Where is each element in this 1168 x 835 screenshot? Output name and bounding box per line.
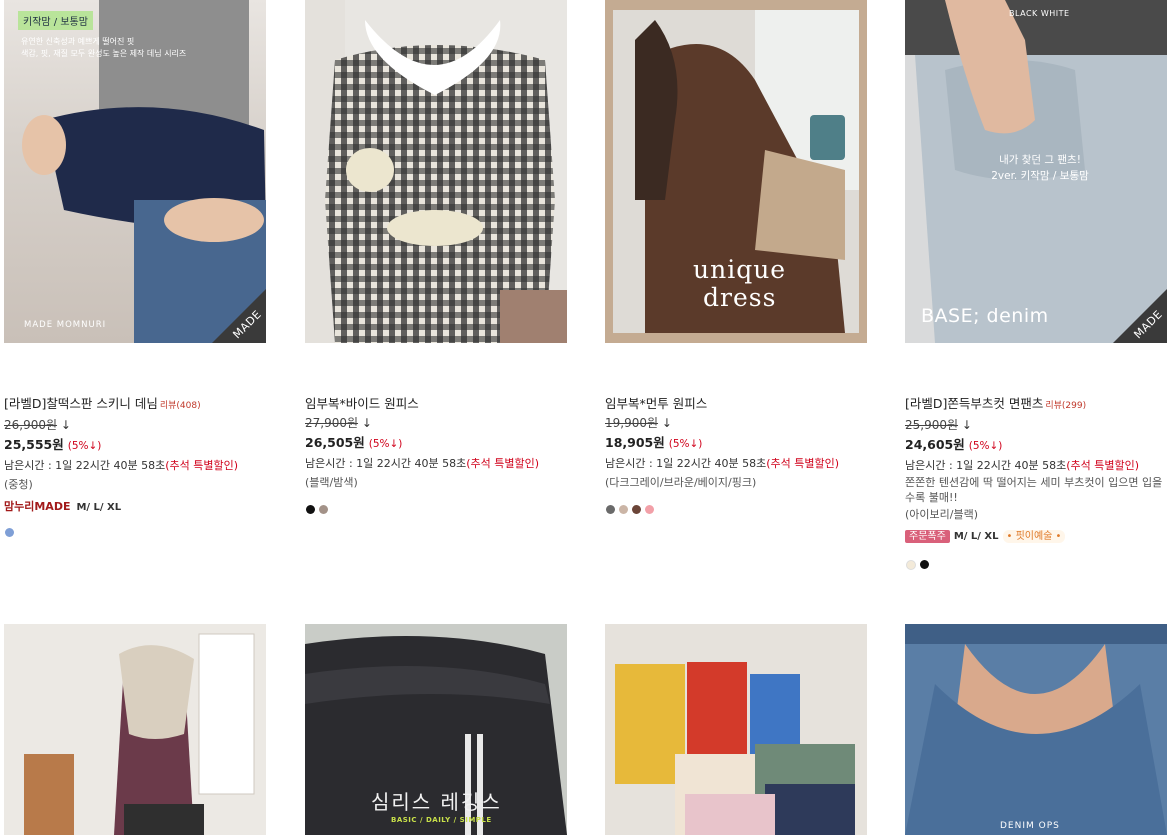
image-brand: MADE MOMNURI bbox=[24, 320, 107, 330]
color-swatch[interactable] bbox=[920, 560, 929, 569]
product-image[interactable]: 키작맘 / 보통맘 유연한 신축성과 예쁘게 떨어진 핏 색감, 핏, 재질 모… bbox=[4, 0, 266, 343]
color-swatch[interactable] bbox=[606, 505, 615, 514]
promo-label: (추석 특별할인) bbox=[466, 457, 540, 470]
image-caption: 내가 찾던 그 팬츠! 2ver. 키작맘 / 보통맘 bbox=[991, 154, 1089, 182]
color-options: (블랙/밤색) bbox=[305, 476, 358, 489]
color-swatch[interactable] bbox=[306, 505, 315, 514]
promo-label: (추석 특별할인) bbox=[766, 457, 840, 470]
product-image[interactable]: 심리스 레깅스 BASIC / DAILY / SIMPLE bbox=[305, 624, 567, 835]
color-swatch[interactable] bbox=[319, 505, 328, 514]
size-options: M/ L/ XL bbox=[76, 502, 122, 513]
time-remaining: 남은시간 : 1일 22시간 40분 58초 bbox=[4, 459, 166, 472]
discount-rate: (5%↓) bbox=[368, 438, 403, 450]
product-name[interactable]: [라벨D]찰떡스판 스키니 데님 bbox=[4, 396, 158, 411]
sale-price: 24,605원 bbox=[905, 437, 965, 452]
product-description: 쫀쫀한 텐션감에 딱 떨어지는 세미 부츠컷이 입으면 입을 수록 불매!! bbox=[905, 476, 1163, 504]
time-remaining: 남은시간 : 1일 22시간 40분 58초 bbox=[605, 457, 767, 470]
color-swatch[interactable] bbox=[632, 505, 641, 514]
product-image[interactable] bbox=[605, 624, 867, 835]
image-brand: BASE; denim bbox=[921, 305, 1049, 327]
product-image[interactable]: unique dress bbox=[605, 0, 867, 343]
made-tag: 맘누리MADE bbox=[4, 500, 71, 513]
product-name[interactable]: 임부복*바이드 원피스 bbox=[305, 396, 419, 411]
image-title: DENIM OPS bbox=[1000, 821, 1060, 831]
product-image[interactable] bbox=[4, 624, 266, 835]
discount-rate: (5%↓) bbox=[968, 440, 1003, 452]
product-image[interactable]: DENIM OPS bbox=[905, 624, 1167, 835]
image-title-2: dress bbox=[703, 283, 777, 312]
promo-label: (추석 특별할인) bbox=[1066, 459, 1140, 472]
sale-price: 25,555원 bbox=[4, 437, 64, 452]
color-options: (아이보리/블랙) bbox=[905, 508, 979, 521]
color-swatches bbox=[306, 505, 328, 514]
product-image[interactable] bbox=[305, 0, 567, 343]
image-subtitle: BASIC / DAILY / SIMPLE bbox=[391, 816, 492, 824]
discount-rate: (5%↓) bbox=[668, 438, 703, 450]
color-swatch[interactable] bbox=[5, 528, 14, 537]
product-name[interactable]: 임부복*먼투 원피스 bbox=[605, 396, 707, 411]
product-photo bbox=[24, 633, 255, 835]
original-price: 27,900원 bbox=[305, 416, 359, 430]
color-options: (중청) bbox=[4, 478, 33, 491]
product-photo bbox=[905, 624, 1167, 835]
color-options: (다크그레이/브라운/베이지/핑크) bbox=[605, 476, 757, 489]
review-count[interactable]: 리뷰(408) bbox=[160, 401, 201, 411]
product-name[interactable]: [라벨D]쫀득부츠컷 면팬츠 bbox=[905, 396, 1043, 411]
order-rush-tag: 주문폭주 bbox=[905, 530, 950, 543]
color-swatch[interactable] bbox=[645, 505, 654, 514]
time-remaining: 남은시간 : 1일 22시간 40분 58초 bbox=[905, 459, 1067, 472]
product-photo bbox=[615, 662, 855, 835]
color-swatches bbox=[5, 528, 14, 537]
original-price: 19,900원 bbox=[605, 416, 659, 430]
image-title: 심리스 레깅스 bbox=[371, 790, 502, 814]
image-tag: 키작맘 / 보통맘 bbox=[18, 11, 93, 30]
review-count[interactable]: 리뷰(299) bbox=[1045, 401, 1086, 411]
image-caption: 유연한 신축성과 예쁘게 떨어진 핏 색감, 핏, 재질 모두 완성도 높은 제… bbox=[21, 37, 187, 58]
image-label: BLACK WHITE bbox=[1009, 9, 1070, 18]
discount-rate: (5%↓) bbox=[67, 440, 102, 452]
time-remaining: 남은시간 : 1일 22시간 40분 58초 bbox=[305, 457, 467, 470]
color-swatches bbox=[906, 560, 929, 570]
original-price: 26,900원 bbox=[4, 418, 58, 432]
color-swatches bbox=[606, 505, 654, 514]
color-swatch[interactable] bbox=[619, 505, 628, 514]
promo-label: (추석 특별할인) bbox=[165, 459, 239, 472]
image-title: unique bbox=[693, 255, 787, 284]
sale-price: 18,905원 bbox=[605, 435, 665, 450]
original-price: 25,900원 bbox=[905, 418, 959, 432]
product-image[interactable]: BLACK WHITE 내가 찾던 그 팬츠! 2ver. 키작맘 / 보통맘 … bbox=[905, 0, 1167, 343]
sale-price: 26,505원 bbox=[305, 435, 365, 450]
color-swatch[interactable] bbox=[906, 560, 916, 570]
fit-tag: • 핏이예술 • bbox=[1002, 530, 1066, 543]
product-photo bbox=[305, 0, 567, 343]
size-options: M/ L/ XL bbox=[953, 531, 999, 542]
